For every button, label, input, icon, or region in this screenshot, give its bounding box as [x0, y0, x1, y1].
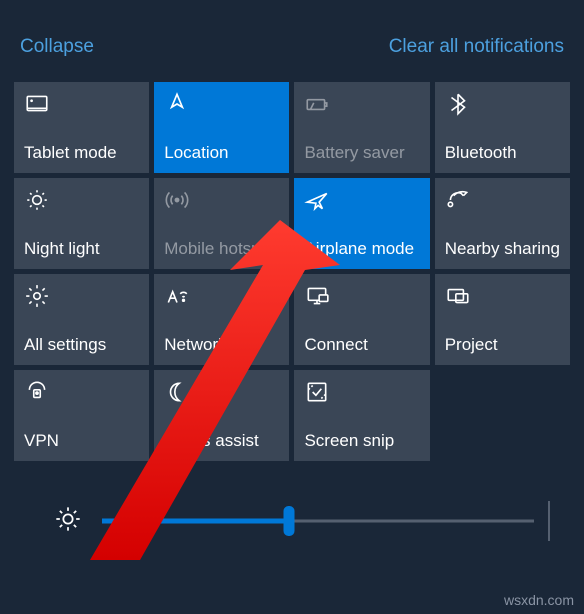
brightness-icon — [54, 505, 82, 538]
tile-label: VPN — [24, 431, 139, 451]
tile-nearby-sharing[interactable]: Nearby sharing — [435, 178, 570, 269]
gear-icon — [24, 282, 139, 310]
tile-airplane-mode[interactable]: Airplane mode — [294, 178, 429, 269]
brightness-row — [14, 501, 570, 541]
location-icon — [164, 90, 279, 118]
tile-label: Screen snip — [304, 431, 419, 451]
tile-label: Bluetooth — [445, 143, 560, 163]
bluetooth-icon — [445, 90, 560, 118]
brightness-slider[interactable] — [102, 501, 550, 541]
tile-project[interactable]: Project — [435, 274, 570, 365]
quick-actions-grid: Tablet mode Location Battery saver Bluetoot… — [14, 82, 570, 461]
watermark: wsxdn.com — [504, 592, 574, 608]
network-icon — [164, 282, 279, 310]
tile-focus-assist[interactable]: Focus assist — [154, 370, 289, 461]
connect-icon — [304, 282, 419, 310]
snip-icon — [304, 378, 419, 406]
tablet-icon — [24, 90, 139, 118]
tile-night-light[interactable]: Night light — [14, 178, 149, 269]
tile-mobile-hotspot: Mobile hotspot — [154, 178, 289, 269]
tile-screen-snip[interactable]: Screen snip — [294, 370, 429, 461]
tile-label: Focus assist — [164, 431, 279, 451]
slider-fill — [102, 519, 289, 524]
action-center-panel: Collapse Clear all notifications Tablet … — [0, 0, 584, 541]
tile-label: Project — [445, 335, 560, 355]
tile-vpn[interactable]: VPN — [14, 370, 149, 461]
tile-label: Network — [164, 335, 279, 355]
battery-icon — [304, 90, 419, 118]
tile-all-settings[interactable]: All settings — [14, 274, 149, 365]
share-icon — [445, 186, 560, 214]
header: Collapse Clear all notifications — [14, 14, 570, 82]
collapse-link[interactable]: Collapse — [20, 36, 94, 58]
tile-label: All settings — [24, 335, 139, 355]
tile-label: Night light — [24, 239, 139, 259]
tile-connect[interactable]: Connect — [294, 274, 429, 365]
hotspot-icon — [164, 186, 279, 214]
project-icon — [445, 282, 560, 310]
tile-battery-saver: Battery saver — [294, 82, 429, 173]
tile-label: Location — [164, 143, 279, 163]
tile-label: Mobile hotspot — [164, 239, 279, 259]
tile-bluetooth[interactable]: Bluetooth — [435, 82, 570, 173]
tile-tablet-mode[interactable]: Tablet mode — [14, 82, 149, 173]
slider-thumb[interactable] — [284, 506, 295, 536]
tile-label: Tablet mode — [24, 143, 139, 163]
tile-network[interactable]: Network — [154, 274, 289, 365]
clear-notifications-link[interactable]: Clear all notifications — [389, 36, 564, 58]
airplane-icon — [304, 186, 419, 214]
tile-location[interactable]: Location — [154, 82, 289, 173]
sun-icon — [24, 186, 139, 214]
tile-label: Battery saver — [304, 143, 419, 163]
tile-label: Airplane mode — [304, 239, 419, 259]
vpn-icon — [24, 378, 139, 406]
moon-icon — [164, 378, 279, 406]
tile-label: Connect — [304, 335, 419, 355]
tile-label: Nearby sharing — [445, 239, 560, 259]
